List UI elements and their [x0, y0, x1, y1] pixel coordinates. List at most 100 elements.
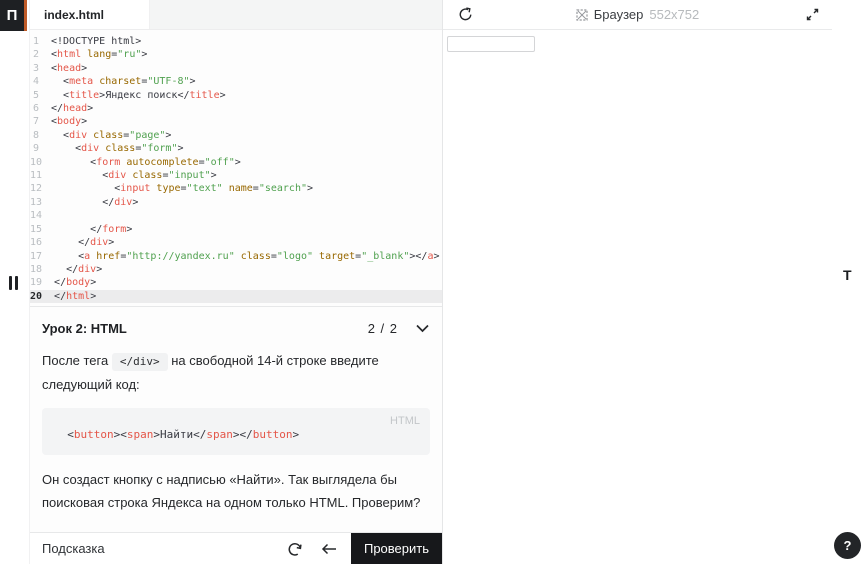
app-window: П index.html 1 <!DOCTYPE html> 2 <html lang…: [0, 0, 868, 564]
tab-bar: index.html: [30, 0, 442, 30]
left-rail: П: [0, 0, 30, 564]
line-number: 7: [32, 116, 39, 128]
viewport-size-label: 552x752: [649, 7, 700, 22]
lesson-code-block: HTML <button><span>Найти</span></button>: [42, 408, 430, 455]
browser-header: Браузер 552x752: [443, 0, 832, 30]
logo-letter: П: [6, 7, 18, 24]
code-line[interactable]: 20 </html>: [30, 289, 442, 304]
line-number: 10: [30, 156, 43, 168]
line-number: 12: [30, 183, 43, 195]
lesson-instruction: После тега </div> на свободной 14-й стро…: [42, 349, 430, 396]
check-button[interactable]: Проверить: [351, 533, 442, 564]
line-code: <div class="input">: [54, 170, 217, 182]
code-line[interactable]: 16 </div>: [30, 236, 442, 249]
editor-pane: index.html 1 <!DOCTYPE html> 2 <html lang="…: [30, 0, 442, 564]
lesson-title: Урок 2: HTML: [42, 320, 127, 336]
reset-icon: [288, 542, 302, 556]
code-line[interactable]: 7 <body>: [30, 115, 442, 128]
line-code: <form autocomplete="off">: [54, 156, 241, 168]
line-code: <title>Яндекс поиск</title>: [51, 89, 226, 101]
line-code: <html lang="ru">: [51, 49, 148, 61]
chevron-down-icon: [415, 324, 429, 332]
code-line[interactable]: 3 <head>: [30, 62, 442, 75]
refresh-preview-button[interactable]: [455, 5, 475, 25]
line-number: 13: [30, 196, 43, 208]
code-line[interactable]: 9 <div class="form">: [30, 142, 442, 155]
code-line[interactable]: 8 <div class="page">: [30, 129, 442, 142]
tab-index-html[interactable]: index.html: [30, 0, 150, 29]
line-code: <div class="form">: [51, 143, 184, 155]
reset-code-button[interactable]: [285, 539, 305, 559]
browser-title: Браузер: [593, 7, 644, 22]
step-back-button[interactable]: [319, 539, 339, 559]
line-number: 6: [32, 103, 39, 115]
instruction-text-before: После тега: [42, 353, 109, 368]
line-number: 20: [30, 290, 43, 302]
hint-button[interactable]: Подсказка: [42, 541, 105, 556]
line-number: 16: [30, 237, 43, 249]
code-line[interactable]: 13 </div>: [30, 196, 442, 209]
line-code: <meta charset="UTF-8">: [51, 76, 196, 88]
code-line[interactable]: 11 <div class="input">: [30, 169, 442, 182]
practicum-logo[interactable]: П: [0, 0, 27, 31]
code-line[interactable]: 14: [30, 209, 442, 222]
line-number: 15: [30, 223, 43, 235]
refresh-icon: [459, 7, 471, 21]
line-number: 8: [32, 129, 39, 141]
code-line[interactable]: 1 <!DOCTYPE html>: [30, 35, 442, 48]
line-code: </html>: [54, 290, 97, 302]
code-line[interactable]: 12 <input type="text" name="search">: [30, 182, 442, 195]
panel-drag-handle-icon[interactable]: [9, 276, 18, 290]
theory-toggle[interactable]: T: [843, 267, 852, 283]
lesson-header: Урок 2: HTML 2 / 2: [42, 320, 430, 336]
browser-preview: [443, 30, 832, 564]
line-number: 11: [30, 170, 43, 182]
fullscreen-button[interactable]: [802, 5, 822, 25]
line-number: 3: [32, 62, 39, 74]
code-line[interactable]: 19 </body>: [30, 276, 442, 289]
line-code: </div>: [54, 237, 115, 249]
lesson-pager: 2 / 2: [367, 320, 398, 336]
line-code: <!DOCTYPE html>: [51, 36, 142, 47]
code-line[interactable]: 4 <meta charset="UTF-8">: [30, 75, 442, 88]
line-number: 1: [32, 36, 39, 47]
code-line[interactable]: 17 <a href="http://yandex.ru" class="log…: [30, 250, 442, 263]
line-code: </form>: [54, 223, 133, 235]
code-snippet: <button><span>Найти</span></button>: [54, 428, 300, 441]
line-code: </body>: [54, 277, 97, 289]
rendered-search-input[interactable]: [447, 36, 535, 52]
line-number: 4: [32, 76, 39, 88]
line-number: 14: [30, 210, 43, 222]
inline-code-chip: </div>: [111, 353, 168, 371]
line-code: </div>: [54, 263, 103, 275]
help-button[interactable]: ?: [834, 532, 861, 559]
line-number: 18: [30, 263, 43, 275]
tab-label: index.html: [44, 7, 105, 22]
viewport-icon: [576, 8, 588, 21]
line-code: <head>: [51, 62, 88, 74]
code-language-label: HTML: [390, 415, 420, 427]
collapse-lesson-button[interactable]: [414, 320, 430, 336]
line-code: <a href="http://yandex.ru" class="logo" …: [54, 250, 440, 262]
lesson-panel: Урок 2: HTML 2 / 2 После тега </div> на …: [30, 306, 442, 532]
code-line[interactable]: 10 <form autocomplete="off">: [30, 156, 442, 169]
line-code: </div>: [54, 196, 139, 208]
line-number: 19: [30, 277, 43, 289]
code-line[interactable]: 6 </head>: [30, 102, 442, 115]
line-number: 5: [32, 89, 39, 101]
help-label: ?: [843, 538, 852, 553]
code-line[interactable]: 2 <html lang="ru">: [30, 48, 442, 61]
line-code: <input type="text" name="search">: [54, 183, 314, 195]
line-code: </head>: [51, 103, 94, 115]
line-number: 9: [32, 143, 39, 155]
code-line[interactable]: 5 <title>Яндекс поиск</title>: [30, 89, 442, 102]
arrow-left-icon: [321, 543, 336, 554]
code-line[interactable]: 18 </div>: [30, 263, 442, 276]
code-line[interactable]: 15 </form>: [30, 223, 442, 236]
line-number: 17: [30, 250, 43, 262]
lesson-explanation: Он создаст кнопку с надписью «Найти». Та…: [42, 472, 421, 510]
right-rail: T ?: [832, 0, 867, 564]
code-editor[interactable]: 1 <!DOCTYPE html> 2 <html lang="ru"> 3 <head>…: [30, 30, 442, 306]
browser-pane: Браузер 552x752: [442, 0, 832, 564]
